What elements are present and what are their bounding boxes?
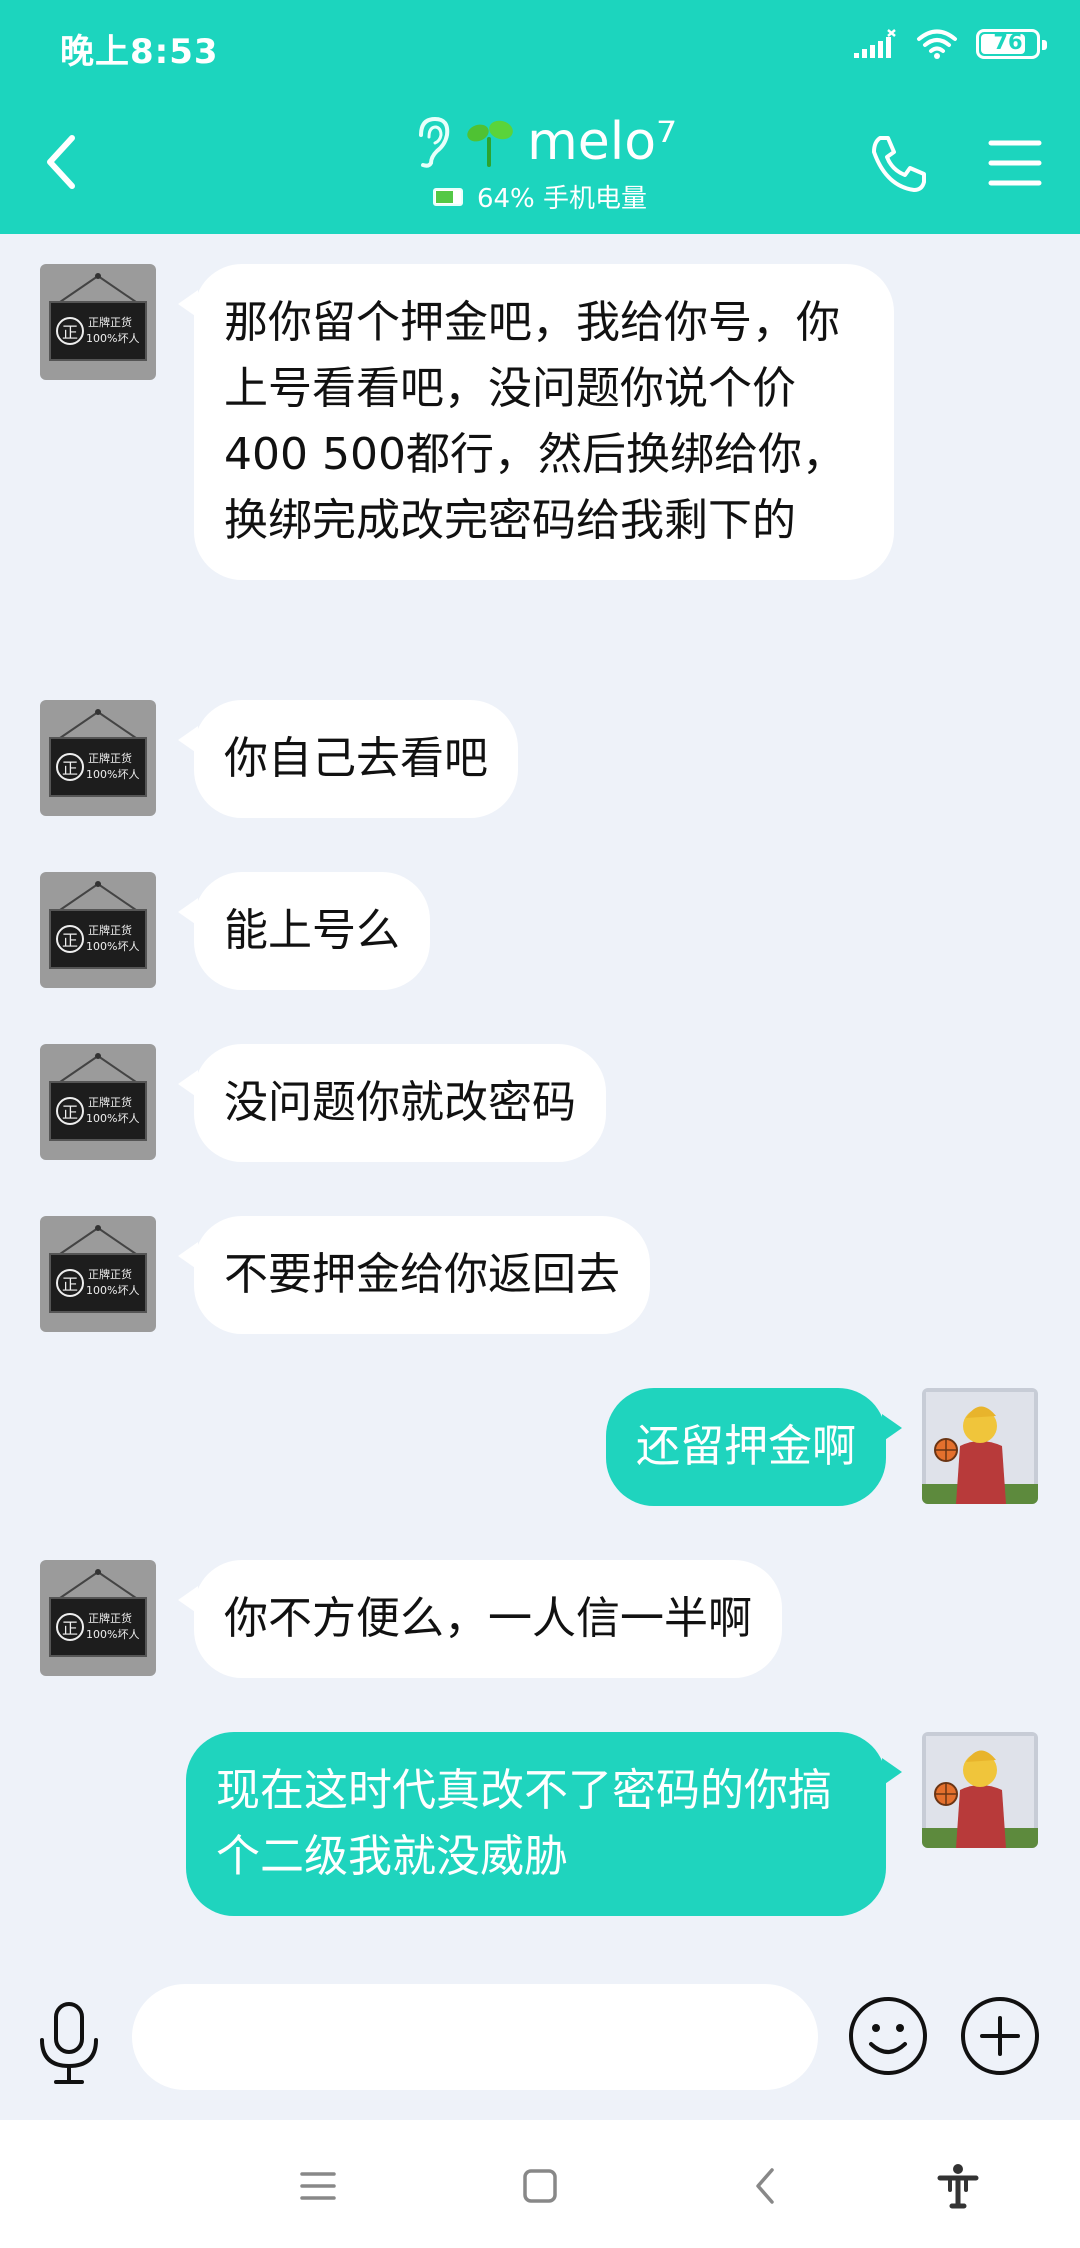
status-icons: 76 [854,28,1047,60]
phone-battery-icon [432,187,463,206]
contact-avatar[interactable]: 正 正牌正货 100%坏人 [40,872,156,988]
message-text: 你自己去看吧 [224,733,488,784]
message-bubble-incoming[interactable]: 你自己去看吧 [178,700,518,818]
contact-avatar[interactable]: 正 正牌正货 100%坏人 [40,1560,156,1676]
svg-text:正: 正 [62,1103,78,1122]
accessibility-icon [937,2164,979,2209]
contact-avatar[interactable]: 正 正牌正货 100%坏人 [40,700,156,816]
svg-text:100%坏人: 100%坏人 [86,1112,139,1125]
menu-button[interactable] [988,138,1042,188]
message-text: 能上号么 [224,905,400,956]
contact-avatar[interactable]: 正 正牌正货 100%坏人 [40,1216,156,1332]
nav-menu-icon [300,2172,336,2200]
avatar-photo-image [922,1732,1038,1848]
nav-menu-button[interactable] [294,2162,342,2210]
message-bubble-incoming[interactable]: 能上号么 [178,872,430,990]
contact-name: melo⁷ [527,112,677,172]
message-input[interactable] [132,1984,818,2090]
nav-home-button[interactable] [516,2162,564,2210]
svg-text:正牌正货: 正牌正货 [88,751,132,765]
svg-text:正: 正 [62,931,78,950]
svg-text:正牌正货: 正牌正货 [88,1267,132,1281]
message-text: 还留押金啊 [636,1421,856,1472]
avatar-sign-image: 正 正牌正货 100%坏人 [40,1216,156,1332]
voice-button[interactable] [34,2000,104,2088]
message-text: 那你留个押金吧，我给你号，你上号看看吧，没问题你说个价400 500都行，然后换… [224,297,846,546]
status-time: 晚上8:53 [60,32,219,72]
svg-text:100%坏人: 100%坏人 [86,1628,139,1641]
message-bubble-outgoing[interactable]: 现在这时代真改不了密码的你搞个二级我就没威胁 [186,1732,902,1916]
emoji-button[interactable] [846,1994,930,2078]
svg-text:正: 正 [62,759,78,778]
plus-icon [961,1997,1039,2075]
avatar-sign-image: 正 正牌正货 100%坏人 [40,700,156,816]
message-bubble-incoming[interactable]: 那你留个押金吧，我给你号，你上号看看吧，没问题你说个价400 500都行，然后换… [178,264,894,580]
phone-battery-fill [435,190,453,203]
my-avatar[interactable] [922,1388,1038,1504]
accessibility-button[interactable] [934,2162,982,2210]
svg-text:100%坏人: 100%坏人 [86,1284,139,1297]
svg-text:100%坏人: 100%坏人 [86,332,139,345]
message-text: 现在这时代真改不了密码的你搞个二级我就没威胁 [216,1765,832,1882]
svg-text:100%坏人: 100%坏人 [86,768,139,781]
phone-icon [872,136,926,192]
ear-icon [419,116,450,168]
sprout-icon [467,120,513,167]
smiley-icon [849,1997,927,2075]
battery-level: 76 [993,30,1023,54]
message-bubble-incoming[interactable]: 没问题你就改密码 [178,1044,606,1162]
my-avatar[interactable] [922,1732,1038,1848]
svg-text:正: 正 [62,1275,78,1294]
phone-battery-text: 64% 手机电量 [476,184,648,214]
svg-text:正: 正 [62,1619,78,1638]
svg-text:正牌正货: 正牌正货 [88,1095,132,1109]
input-bar [0,1960,1080,2120]
message-bubble-incoming[interactable]: 不要押金给你返回去 [178,1216,650,1334]
svg-text:100%坏人: 100%坏人 [86,940,139,953]
nav-back-button[interactable] [742,2162,790,2210]
cellular-signal-icon [854,29,896,58]
battery-icon: 76 [976,29,1047,59]
chat-header: 晚上8:53 76 melo⁷ 64% 手机电量 [0,0,1080,234]
message-bubble-outgoing[interactable]: 还留押金啊 [606,1388,902,1506]
avatar-sign-image: 正 正牌正货 100%坏人 [40,264,156,380]
call-button[interactable] [866,132,930,196]
svg-text:正牌正货: 正牌正货 [88,923,132,937]
more-button[interactable] [958,1994,1042,2078]
wifi-icon [917,29,957,59]
message-text: 不要押金给你返回去 [224,1249,620,1300]
avatar-sign-image: 正 正牌正货 100%坏人 [40,872,156,988]
avatar-photo-image [922,1388,1038,1504]
avatar-sign-image: 正 正牌正货 100%坏人 [40,1044,156,1160]
message-text: 你不方便么，一人信一半啊 [224,1593,752,1644]
message-bubble-incoming[interactable]: 你不方便么，一人信一半啊 [178,1560,782,1678]
svg-text:正牌正货: 正牌正货 [88,1611,132,1625]
avatar-sign-image: 正 正牌正货 100%坏人 [40,1560,156,1676]
contact-avatar[interactable]: 正 正牌正货 100%坏人 [40,1044,156,1160]
svg-text:正牌正货: 正牌正货 [88,315,132,329]
nav-back-icon [756,2168,774,2204]
svg-text:正: 正 [62,323,78,342]
message-text: 没问题你就改密码 [224,1077,576,1128]
chat-area[interactable]: 正 正牌正货 100%坏人 那你留个押金吧，我给你号，你上号看看吧，没问题你说个… [0,234,1080,1960]
menu-icon [988,140,1042,186]
nav-home-icon [523,2169,557,2203]
microphone-icon [40,2002,98,2084]
contact-avatar[interactable]: 正 正牌正货 100%坏人 [40,264,156,380]
system-nav-bar [0,2120,1080,2248]
